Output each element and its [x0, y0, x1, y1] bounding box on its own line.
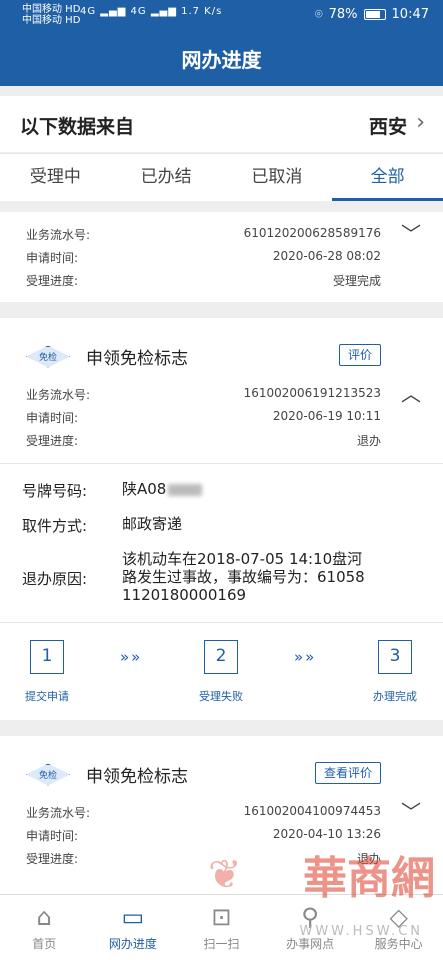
carrier-1: 中国移动 HD	[22, 4, 81, 15]
evaluate-button[interactable]: 评价	[338, 344, 381, 366]
reason-value: 该机动车在2018-07-05 14:10盘河路发生过事故，事故编号为：6105…	[122, 550, 365, 604]
serial-label: 业务流水号:	[26, 388, 91, 402]
battery-percent: 78%	[328, 7, 358, 22]
double-arrow-icon: »»	[294, 648, 317, 666]
home-icon: ⌂	[36, 903, 52, 931]
watermark-logo-icon: ❦	[208, 852, 242, 898]
chevron-right-icon[interactable]: ›	[416, 110, 425, 135]
service-header: 免检 申领免检标志	[26, 762, 188, 787]
scan-icon: ⊡	[211, 903, 232, 931]
pickup-value: 邮政寄递	[122, 515, 183, 533]
nav-home[interactable]: ⌂ 首页	[0, 895, 89, 960]
step-2: 2 受理失败	[188, 640, 254, 704]
step-3: 3 办理完成	[362, 640, 428, 704]
step-1: 1 提交申请	[14, 640, 80, 704]
progress-row: 受理进度: 退办	[26, 432, 381, 449]
reason-detail: 退办原因: 该机动车在2018-07-05 14:10盘河路发生过事故，事故编号…	[22, 550, 368, 604]
apply-time-value: 2020-06-28 08:02	[272, 249, 381, 263]
tab-completed[interactable]: 已办结	[111, 154, 222, 201]
divider	[0, 622, 443, 623]
progress-value: 退办	[356, 434, 381, 448]
carrier-info: 中国移动 HD 中国移动 HD	[22, 4, 80, 26]
serial-label: 业务流水号:	[26, 228, 91, 242]
clock: 10:47	[391, 7, 429, 22]
nav-label: 服务中心	[374, 937, 423, 951]
chevron-up-icon[interactable]: ︿	[401, 378, 421, 407]
chevron-down-icon[interactable]: ﹀	[401, 796, 421, 825]
progress-label: 受理进度:	[26, 274, 79, 288]
status-tabs: 受理中 已办结 已取消 全部	[0, 153, 443, 201]
step-label: 办理完成	[373, 690, 417, 703]
nav-progress[interactable]: ▭ 网办进度	[89, 895, 178, 960]
status-bar: 中国移动 HD 中国移动 HD 4G ▂▄▆ 4G ▂▄▆ 1.7 K/s ⌾ …	[0, 0, 443, 30]
double-arrow-icon: »»	[120, 648, 143, 666]
step-number: 1	[30, 640, 64, 674]
progress-label: 受理进度:	[26, 852, 79, 866]
step-label: 受理失败	[199, 690, 243, 703]
exemption-badge-icon: 免检	[26, 345, 70, 368]
nav-label: 网办进度	[108, 937, 157, 951]
data-source-selector[interactable]: 以下数据来自 西安 ›	[0, 96, 443, 152]
app-header: 中国移动 HD 中国移动 HD 4G ▂▄▆ 4G ▂▄▆ 1.7 K/s ⌾ …	[0, 0, 443, 86]
pickup-detail: 取件方式: 邮政寄递	[22, 515, 382, 536]
status-right: ⌾ 78% 10:47	[315, 7, 429, 22]
battery-icon	[363, 9, 386, 20]
serial-value: 610120200628589176	[243, 226, 381, 240]
data-source-city[interactable]: 西安	[369, 112, 407, 139]
view-evaluation-button[interactable]: 查看评价	[314, 762, 381, 784]
page-title: 网办进度	[181, 48, 262, 72]
watermark-url: WWW.HSW.CN	[299, 924, 423, 939]
serial-row: 业务流水号: 161002006191213523	[26, 386, 381, 403]
progress-row: 受理进度: 受理完成	[26, 272, 381, 289]
step-label: 提交申请	[25, 690, 69, 703]
monitor-icon: ▭	[121, 903, 145, 931]
apply-time-label: 申请时间:	[26, 411, 79, 425]
step-number: 2	[204, 640, 238, 674]
reason-label: 退办原因:	[22, 570, 88, 588]
step-number: 3	[378, 640, 412, 674]
apply-time-row: 申请时间: 2020-06-19 10:11	[26, 409, 381, 426]
plate-detail: 号牌号码: 陕A08	[22, 480, 382, 501]
progress-value: 受理完成	[332, 274, 381, 288]
nav-label: 首页	[32, 937, 57, 951]
apply-time-label: 申请时间:	[26, 251, 79, 265]
location-icon: ⌾	[314, 7, 323, 22]
data-source-label: 以下数据来自	[20, 116, 135, 138]
nav-label: 办事网点	[286, 937, 335, 951]
pickup-label: 取件方式:	[22, 517, 88, 535]
chevron-down-icon[interactable]: ﹀	[401, 218, 421, 247]
tab-all[interactable]: 全部	[332, 154, 443, 201]
apply-time-label: 申请时间:	[26, 829, 79, 843]
plate-label: 号牌号码:	[22, 482, 88, 500]
serial-label: 业务流水号:	[26, 806, 91, 820]
nav-label: 扫一扫	[203, 937, 240, 951]
progress-label: 受理进度:	[26, 434, 79, 448]
carrier-2: 中国移动 HD	[22, 15, 81, 26]
record-card-1[interactable]: 业务流水号: 610120200628589176 申请时间: 2020-06-…	[0, 212, 443, 302]
apply-time-row: 申请时间: 2020-06-28 08:02	[26, 249, 381, 266]
tab-processing[interactable]: 受理中	[0, 154, 111, 201]
signal-indicators: 4G ▂▄▆ 4G ▂▄▆ 1.7 K/s	[80, 6, 223, 17]
service-header: 免检 申领免检标志	[26, 344, 188, 369]
serial-row: 业务流水号: 161002004100974453	[26, 804, 381, 821]
serial-value: 161002006191213523	[243, 386, 381, 400]
service-name: 申领免检标志	[86, 767, 188, 787]
record-card-2[interactable]: 免检 申领免检标志 评价 业务流水号: 161002006191213523 申…	[0, 318, 443, 720]
nav-scan[interactable]: ⊡ 扫一扫	[177, 895, 266, 960]
apply-time-value: 2020-06-19 10:11	[272, 409, 381, 423]
exemption-badge-icon: 免检	[26, 763, 70, 786]
watermark-text: 華商網	[303, 853, 435, 904]
divider	[0, 463, 443, 464]
serial-row: 业务流水号: 610120200628589176	[26, 226, 381, 243]
service-name: 申领免检标志	[86, 349, 188, 369]
tab-cancelled[interactable]: 已取消	[222, 154, 333, 201]
serial-value: 161002004100974453	[243, 804, 381, 818]
plate-value: 陕A08	[122, 480, 382, 501]
